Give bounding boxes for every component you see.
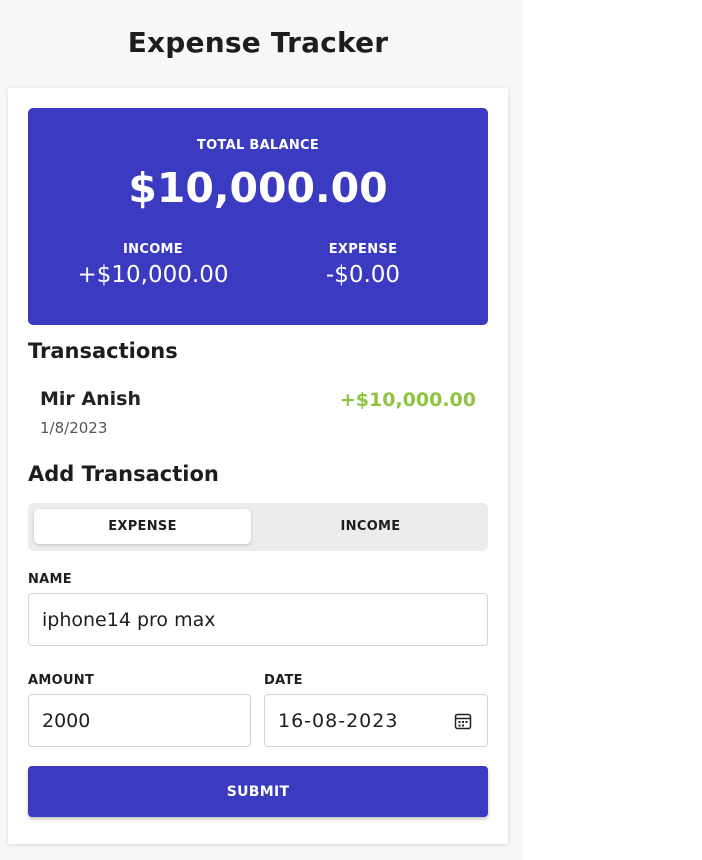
tracker-card: TOTAL BALANCE $10,000.00 INCOME +$10,000… [8,88,508,844]
name-input-value: iphone14 pro max [42,608,216,631]
expense-value: -$0.00 [325,262,401,288]
transaction-name: Mir Anish [40,388,141,410]
income-label: INCOME [123,242,183,257]
expense-label: EXPENSE [328,242,398,257]
amount-input-value: 2000 [42,709,91,732]
balance-card: TOTAL BALANCE $10,000.00 INCOME +$10,000… [28,108,488,325]
income-value: +$10,000.00 [77,262,229,288]
toggle-expense-option[interactable]: EXPENSE [34,509,251,544]
amount-label: AMOUNT [28,673,95,688]
transaction-item[interactable]: Mir Anish 1/8/2023 +$10,000.00 [40,388,476,442]
total-balance-label: TOTAL BALANCE [196,138,320,153]
add-transaction-heading: Add Transaction [28,462,219,486]
expense-summary: EXPENSE -$0.00 [263,242,463,288]
transactions-heading: Transactions [28,339,178,363]
transaction-amount: +$10,000.00 [339,389,476,411]
date-input[interactable]: 16-08-2023 [264,694,488,747]
calendar-icon[interactable] [454,712,472,730]
type-toggle: EXPENSE INCOME [28,503,488,551]
amount-input[interactable]: 2000 [28,694,251,747]
app-container: Expense Tracker TOTAL BALANCE $10,000.00… [0,0,522,860]
total-balance-amount: $10,000.00 [128,164,388,212]
toggle-income-option[interactable]: INCOME [262,509,479,544]
submit-button[interactable]: SUBMIT [28,766,488,817]
date-input-value: 16-08-2023 [278,709,399,732]
transaction-date: 1/8/2023 [40,419,108,437]
date-label: DATE [264,673,303,688]
name-input[interactable]: iphone14 pro max [28,593,488,646]
income-summary: INCOME +$10,000.00 [53,242,253,288]
name-label: NAME [28,572,72,587]
app-title: Expense Tracker [127,26,389,59]
